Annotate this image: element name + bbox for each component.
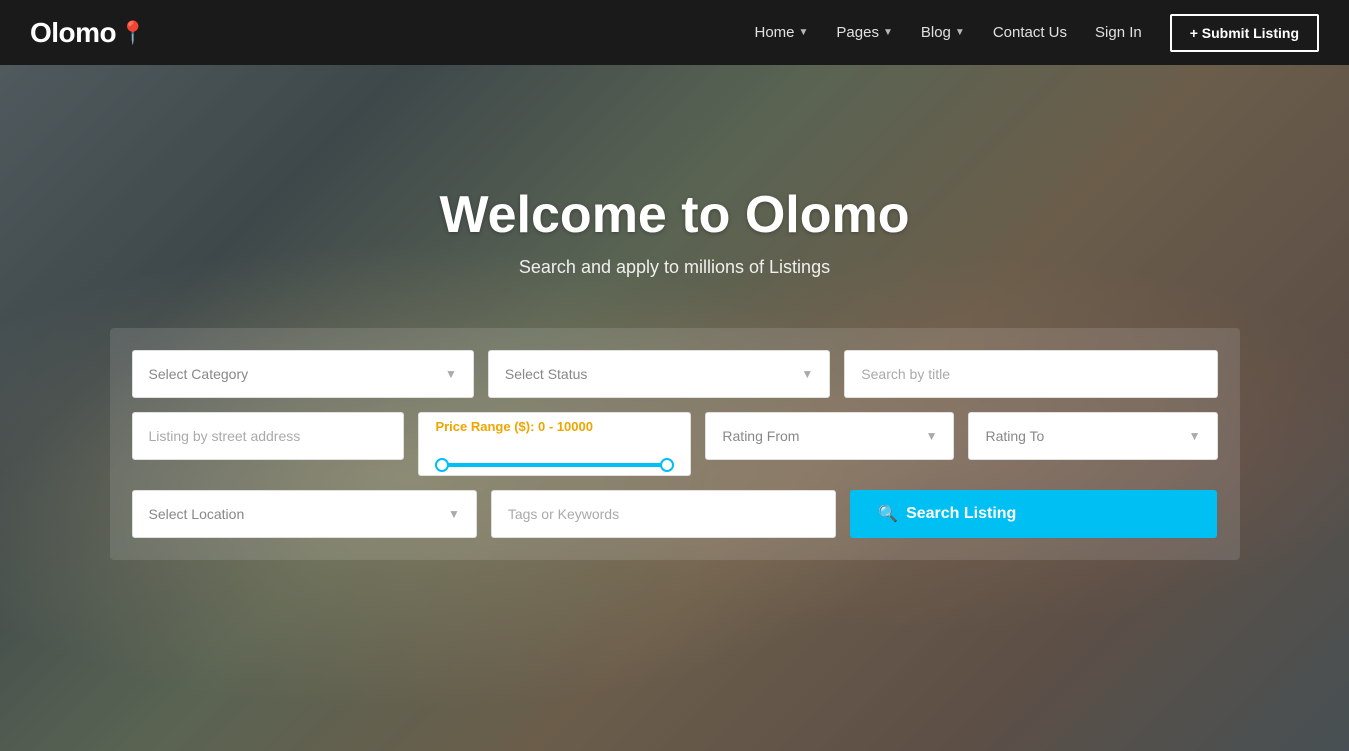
price-slider[interactable] <box>435 463 674 467</box>
hero-subtitle: Search and apply to millions of Listings <box>440 257 910 278</box>
price-slider-fill <box>435 463 674 467</box>
nav-home[interactable]: Home ▼ <box>755 24 809 41</box>
hero-section: Welcome to Olomo Search and apply to mil… <box>0 65 1349 751</box>
rating-from-select[interactable]: Rating From ▼ <box>705 412 954 460</box>
nav-blog[interactable]: Blog ▼ <box>921 24 965 41</box>
search-btn-label: Search Listing <box>906 505 1016 523</box>
search-icon: 🔍 <box>878 504 898 524</box>
logo-pin-icon: 📍 <box>119 20 146 46</box>
submit-listing-label: + Submit Listing <box>1190 25 1299 41</box>
search-row-2: Price Range ($): 0 - 10000 Rating From ▼… <box>132 412 1218 476</box>
price-range-container[interactable]: Price Range ($): 0 - 10000 <box>418 412 691 476</box>
title-search-input[interactable] <box>844 350 1217 398</box>
chevron-down-icon: ▼ <box>926 429 938 443</box>
chevron-down-icon: ▼ <box>799 27 809 38</box>
search-listing-button[interactable]: 🔍 Search Listing <box>850 490 1217 538</box>
rating-to-placeholder: Rating To <box>985 428 1044 444</box>
location-placeholder: Select Location <box>149 506 245 522</box>
chevron-down-icon: ▼ <box>448 507 460 521</box>
location-select[interactable]: Select Location ▼ <box>132 490 477 538</box>
chevron-down-icon: ▼ <box>1189 429 1201 443</box>
navbar: Olomo 📍 Home ▼ Pages ▼ Blog ▼ Contact Us… <box>0 0 1349 65</box>
nav-pages[interactable]: Pages ▼ <box>836 24 892 41</box>
street-address-input[interactable] <box>132 412 405 460</box>
search-row-1: Select Category ▼ Select Status ▼ <box>132 350 1218 398</box>
chevron-down-icon: ▼ <box>955 27 965 38</box>
logo-text: Olomo <box>30 17 116 49</box>
rating-to-select[interactable]: Rating To ▼ <box>968 412 1217 460</box>
status-placeholder: Select Status <box>505 366 588 382</box>
nav-signin[interactable]: Sign In <box>1095 24 1142 41</box>
logo[interactable]: Olomo 📍 <box>30 17 146 49</box>
hero-content: Welcome to Olomo Search and apply to mil… <box>440 185 910 328</box>
search-box: Select Category ▼ Select Status ▼ Price … <box>110 328 1240 560</box>
category-placeholder: Select Category <box>149 366 249 382</box>
tags-input[interactable] <box>491 490 836 538</box>
rating-from-placeholder: Rating From <box>722 428 799 444</box>
chevron-down-icon: ▼ <box>801 367 813 381</box>
hero-title: Welcome to Olomo <box>440 185 910 245</box>
price-handle-left[interactable] <box>435 458 449 472</box>
nav-links: Home ▼ Pages ▼ Blog ▼ Contact Us Sign In… <box>755 14 1320 52</box>
chevron-down-icon: ▼ <box>883 27 893 38</box>
status-select[interactable]: Select Status ▼ <box>488 350 830 398</box>
nav-contact[interactable]: Contact Us <box>993 24 1067 41</box>
search-row-3: Select Location ▼ 🔍 Search Listing <box>132 490 1218 538</box>
chevron-down-icon: ▼ <box>445 367 457 381</box>
price-range-label: Price Range ($): 0 - 10000 <box>435 419 674 434</box>
category-select[interactable]: Select Category ▼ <box>132 350 474 398</box>
price-handle-right[interactable] <box>660 458 674 472</box>
submit-listing-button[interactable]: + Submit Listing <box>1170 14 1319 52</box>
